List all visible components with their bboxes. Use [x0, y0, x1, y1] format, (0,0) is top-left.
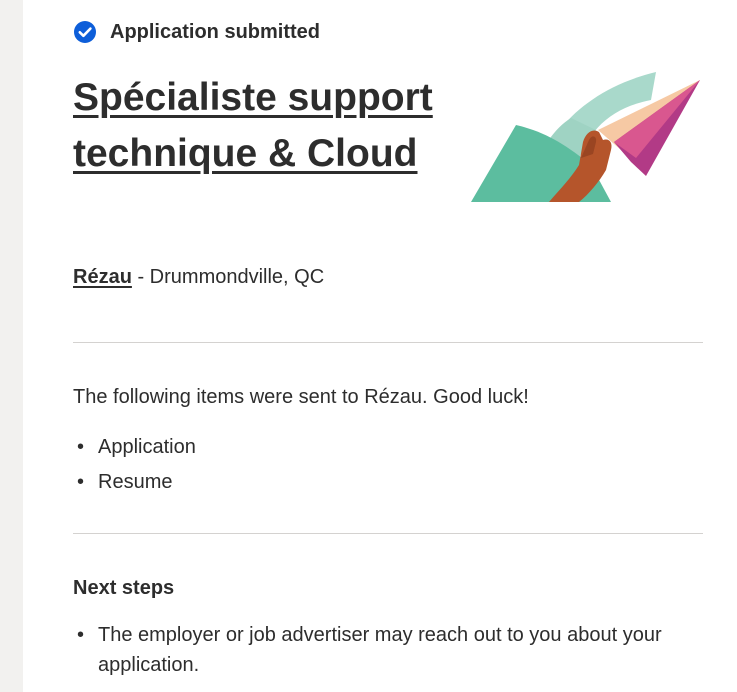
status-text: Application submitted: [110, 20, 320, 43]
bullet-icon: •: [77, 471, 85, 493]
list-item: • Resume: [73, 465, 196, 500]
sent-message: The following items were sent to Rézau. …: [73, 386, 529, 408]
left-rail: [0, 0, 23, 692]
sent-item-label: Resume: [98, 471, 173, 493]
divider: [73, 342, 703, 343]
company-link[interactable]: Rézau: [73, 266, 132, 288]
job-location: - Drummondville, QC: [131, 266, 325, 288]
next-steps-list: • The employer or job advertiser may rea…: [73, 620, 673, 680]
list-item: • Application: [73, 430, 196, 465]
job-title-link[interactable]: Spécialiste support technique & Cloud: [73, 70, 433, 182]
list-item: • The employer or job advertiser may rea…: [73, 620, 673, 680]
company-location: Rézau - Drummondville, QC: [73, 266, 324, 289]
bullet-icon: •: [77, 436, 85, 458]
sent-item-label: Application: [98, 436, 196, 458]
divider: [73, 533, 703, 534]
bullet-icon: •: [77, 624, 85, 646]
next-step-text: The employer or job advertiser may reach…: [98, 624, 662, 676]
paper-airplane-hand-illustration: [471, 70, 703, 206]
check-circle-icon: [73, 20, 97, 44]
next-steps-heading: Next steps: [73, 577, 175, 599]
sent-items-list: • Application • Resume: [73, 430, 196, 500]
status-row: Application submitted: [73, 20, 320, 44]
